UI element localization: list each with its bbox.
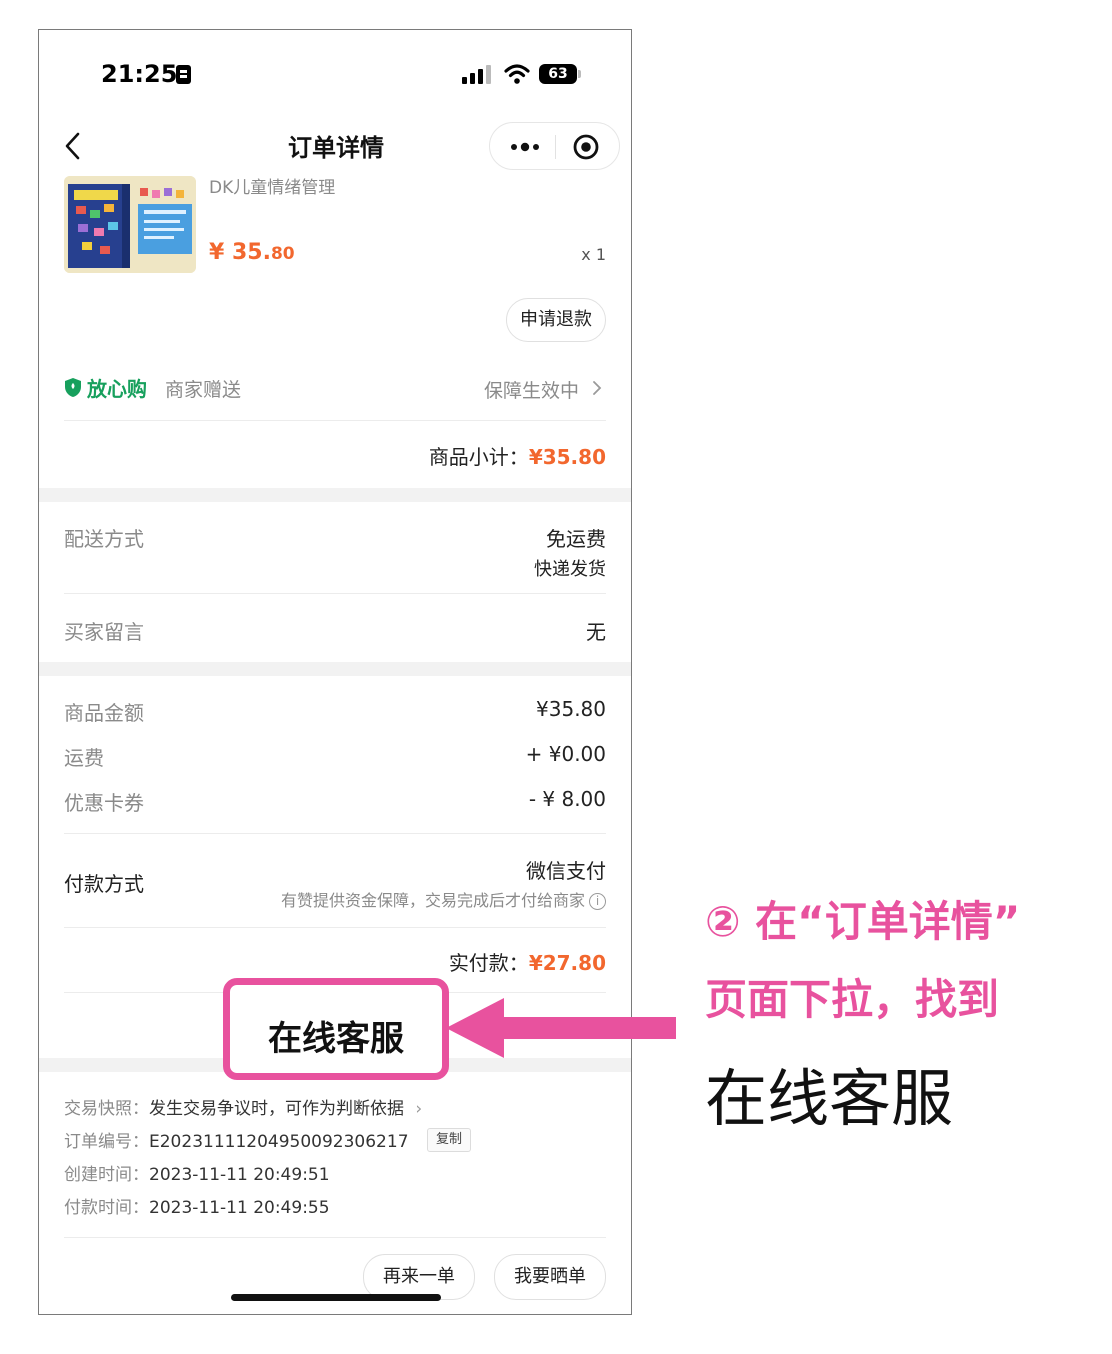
payment-note-text: 有赞提供资金保障，交易完成后才付给商家 (280, 891, 585, 910)
shield-check-icon (65, 378, 81, 397)
created-time-row: 创建时间：2023-11-11 20:49:51 (64, 1160, 330, 1185)
wifi-icon (504, 64, 530, 84)
goods-amount-label: 商品金额 (64, 701, 144, 725)
online-service-button[interactable]: 在线客服 (223, 978, 449, 1080)
delivery-fee: 免运费 (546, 527, 606, 551)
battery-tip (578, 70, 581, 78)
assurance-gift: 商家赠送 (165, 379, 242, 401)
chevron-right-icon: › (415, 1099, 423, 1119)
more-dots-icon[interactable] (508, 137, 542, 157)
divider (64, 927, 606, 928)
delivery-method: 快递发货 (534, 559, 606, 580)
share-review-button[interactable]: 我要晒单 (494, 1254, 606, 1300)
paid-time-label: 付款时间： (64, 1198, 149, 1218)
coupon-value: - ¥ 8.00 (528, 787, 606, 811)
product-price: ¥ 35.80 (209, 240, 295, 265)
annotation-line-1: ② 在“订单详情” (705, 897, 1021, 946)
snapshot-label: 交易快照： (64, 1099, 149, 1119)
annotation-line-2: 页面下拉，找到 (705, 975, 1000, 1024)
section-gap (39, 662, 631, 676)
snapshot-row[interactable]: 交易快照：发生交易争议时，可作为判断依据 › (64, 1094, 422, 1119)
created-time-label: 创建时间： (64, 1165, 149, 1185)
home-indicator[interactable] (231, 1294, 441, 1301)
product-thumbnail[interactable] (64, 176, 196, 273)
assurance-name: 放心购 (87, 377, 147, 401)
battery-icon: 63 (539, 64, 577, 84)
payment-guarantee-note: 有赞提供资金保障，交易完成后才付给商家 i (281, 887, 606, 911)
price-symbol: ¥ (209, 240, 225, 265)
amount-paid-label: 实付款： (448, 951, 529, 975)
paid-time-row: 付款时间：2023-11-11 20:49:55 (64, 1193, 330, 1218)
delivery-label: 配送方式 (64, 527, 144, 551)
info-icon[interactable]: i (589, 893, 606, 910)
snapshot-value: 发生交易争议时，可作为判断依据 (149, 1099, 404, 1119)
paid-time-value: 2023-11-11 20:49:55 (149, 1198, 330, 1218)
goods-amount-value: ¥35.80 (536, 697, 606, 721)
payment-method-label: 付款方式 (64, 872, 144, 896)
pointer-arrow-icon (446, 998, 676, 1058)
order-number-label: 订单编号： (64, 1132, 149, 1152)
assurance-status-link[interactable]: 保障生效中 (484, 376, 579, 403)
amount-paid: 实付款：¥27.80 (449, 947, 606, 976)
product-quantity: x 1 (581, 245, 606, 264)
online-service-label: 在线客服 (268, 1019, 404, 1059)
annotation-line-3: 在线客服 (705, 1062, 954, 1135)
copy-order-number-button[interactable]: 复制 (427, 1128, 471, 1152)
amount-paid-value: ¥27.80 (528, 951, 606, 975)
chevron-right-icon[interactable] (591, 379, 603, 397)
divider (64, 593, 606, 594)
coupon-label: 优惠卡券 (64, 791, 144, 815)
subtotal-value: ¥35.80 (528, 445, 606, 469)
divider (64, 833, 606, 834)
created-time-value: 2023-11-11 20:49:51 (149, 1165, 330, 1185)
subtotal-label: 商品小计： (428, 445, 529, 469)
subtotal: 商品小计：¥35.80 (429, 441, 606, 470)
shipping-label: 运费 (64, 746, 104, 770)
order-number-row: 订单编号：E20231111204950092306217 (64, 1127, 409, 1152)
mini-program-capsule (489, 122, 620, 170)
sim-card-icon (176, 65, 191, 84)
section-gap (39, 488, 631, 502)
cellular-signal-icon (462, 65, 491, 84)
shipping-value: + ¥0.00 (525, 742, 606, 766)
close-target-icon[interactable] (572, 133, 600, 161)
buyer-message-value[interactable]: 无 (586, 616, 606, 645)
buyer-message-label: 买家留言 (64, 620, 144, 644)
phone-screen: 21:25 63 订单详情 DK儿童情绪管理 ¥ 35.80 x 1 申请退款 … (38, 29, 632, 1315)
divider (64, 420, 606, 421)
capsule-divider (555, 135, 556, 159)
order-number-value: E20231111204950092306217 (149, 1132, 409, 1152)
divider (64, 1237, 606, 1238)
price-main: 35. (231, 240, 271, 265)
status-time: 21:25 (101, 60, 178, 88)
price-cents: 80 (270, 244, 295, 264)
request-refund-button[interactable]: 申请退款 (506, 298, 606, 342)
payment-method-value: 微信支付 (526, 859, 606, 883)
product-name[interactable]: DK儿童情绪管理 (209, 173, 335, 198)
